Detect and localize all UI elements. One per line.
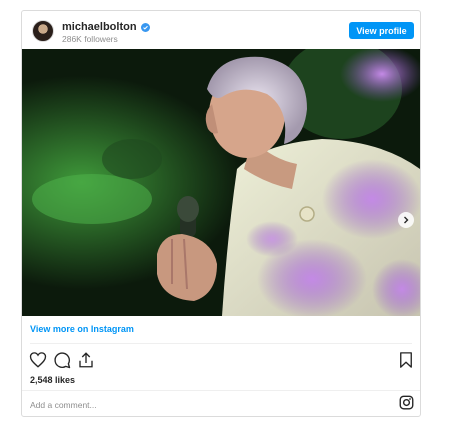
instagram-logo-icon[interactable] <box>399 395 414 410</box>
username-row: michaelbolton <box>62 21 150 33</box>
action-bar <box>22 349 420 371</box>
next-arrow-icon <box>404 216 409 224</box>
view-more-link[interactable]: View more on Instagram <box>30 324 134 334</box>
like-count[interactable]: 2,548 likes <box>30 375 75 385</box>
follower-count: 286K followers <box>62 34 118 44</box>
verified-badge-icon <box>140 22 150 32</box>
heart-icon[interactable] <box>29 351 47 369</box>
post-photo[interactable] <box>22 49 420 316</box>
avatar[interactable] <box>32 20 54 42</box>
view-profile-button[interactable]: View profile <box>349 22 414 39</box>
username[interactable]: michaelbolton <box>62 21 137 33</box>
post-header: michaelbolton 286K followers View profil… <box>22 11 420 49</box>
divider <box>30 343 412 344</box>
carousel-next-button[interactable] <box>398 212 414 228</box>
comment-input[interactable]: Add a comment... <box>30 400 97 410</box>
instagram-embed-card: michaelbolton 286K followers View profil… <box>21 10 421 417</box>
divider <box>22 390 420 391</box>
comment-icon[interactable] <box>53 351 71 369</box>
share-icon[interactable] <box>77 351 95 369</box>
bookmark-icon[interactable] <box>397 351 415 369</box>
